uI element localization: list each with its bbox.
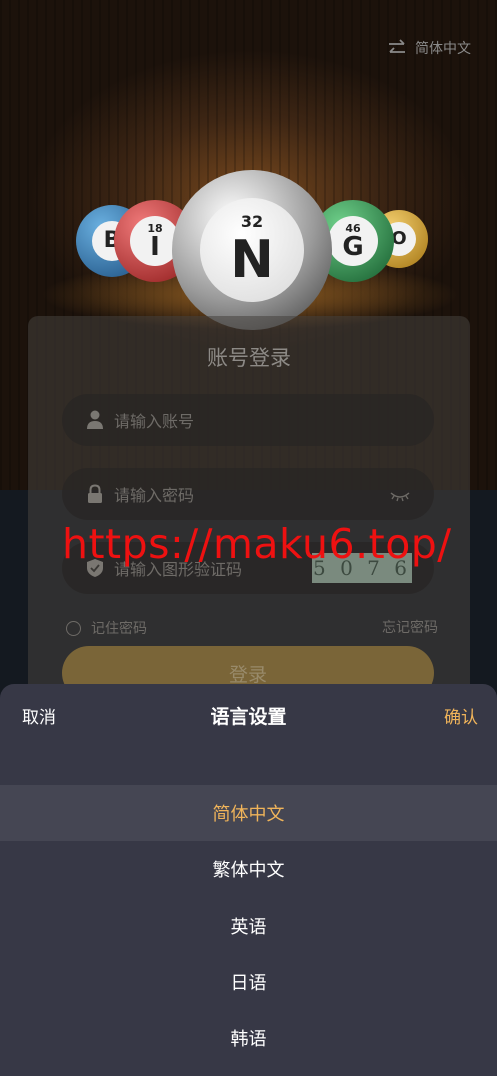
- sheet-title: 语言设置: [210, 706, 287, 728]
- language-switch[interactable]: 简体中文: [387, 38, 471, 58]
- language-option-english[interactable]: 英语: [0, 898, 497, 954]
- language-option-traditional-chinese[interactable]: 繁体中文: [0, 841, 497, 897]
- account-field[interactable]: 请输入账号: [62, 394, 434, 446]
- account-placeholder: 请输入账号: [114, 412, 195, 431]
- password-field[interactable]: 请输入密码: [62, 468, 434, 520]
- user-icon: [84, 410, 106, 430]
- lock-icon: [84, 484, 106, 504]
- language-option-simplified-chinese[interactable]: 简体中文: [0, 785, 497, 841]
- confirm-button[interactable]: 确认: [444, 703, 478, 728]
- forgot-password-link[interactable]: 忘记密码: [382, 617, 438, 637]
- bingo-ball-n: 32 N: [172, 170, 332, 330]
- current-language-label: 简体中文: [415, 41, 471, 57]
- eye-closed-icon[interactable]: [390, 488, 410, 507]
- language-sheet: 取消 语言设置 确认 简体中文 繁体中文 英语 日语 韩语: [0, 684, 497, 1076]
- login-title: 账号登录: [207, 346, 291, 370]
- language-option-korean[interactable]: 韩语: [0, 1010, 497, 1066]
- remember-password[interactable]: 记住密码: [66, 618, 147, 638]
- language-option-japanese[interactable]: 日语: [0, 954, 497, 1010]
- swap-arrows-icon: [387, 39, 407, 57]
- remember-radio[interactable]: [66, 620, 81, 636]
- watermark-url: https://maku6.top/: [62, 520, 452, 568]
- password-placeholder: 请输入密码: [114, 486, 195, 505]
- remember-label: 记住密码: [91, 621, 147, 637]
